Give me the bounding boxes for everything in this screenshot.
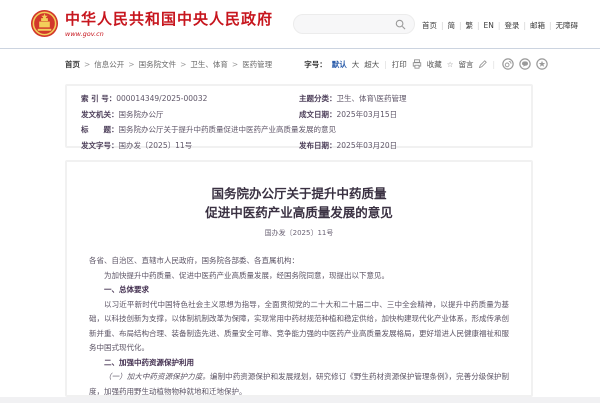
meta-title: 标 题：国务院办公厅关于提升中药质量促进中医药产业高质量发展的意见 bbox=[81, 124, 517, 135]
section1-heading: 一、总体要求 bbox=[89, 283, 509, 298]
print-button[interactable]: 打印 bbox=[392, 59, 407, 70]
nav-english[interactable]: EN bbox=[484, 21, 494, 30]
breadcrumb-toolbar-row: 首页 > 信息公开 > 国务院文件 > 卫生、体育 > 医药管理 字号： 默认 … bbox=[65, 58, 548, 70]
nav-separator: | bbox=[523, 21, 526, 30]
logo-text: 中华人民共和国中央人民政府 www.gov.cn bbox=[65, 8, 273, 38]
document-content-card: 国务院办公厅关于提升中药质量 促进中医药产业高质量发展的意见 国办发〔2025〕… bbox=[65, 160, 533, 397]
nav-separator: | bbox=[459, 21, 462, 30]
breadcrumb-pharma-admin[interactable]: 医药管理 bbox=[242, 59, 272, 70]
meta-title-value: 国务院办公厅关于提升中药质量促进中医药产业高质量发展的意见 bbox=[119, 125, 337, 134]
meta-topic: 主题分类：卫生、体育\医药管理 bbox=[299, 93, 517, 104]
meta-doc-no-label: 发文字号： bbox=[81, 141, 119, 150]
nav-home[interactable]: 首页 bbox=[422, 20, 437, 31]
site-header: 中华人民共和国中央人民政府 www.gov.cn 首页 | 简 | 繁 | EN… bbox=[0, 0, 600, 48]
meta-issuer: 发文机关：国务院办公厅 bbox=[81, 109, 299, 120]
star-icon[interactable]: ☆ bbox=[447, 60, 454, 69]
nav-mail[interactable]: 邮箱 bbox=[530, 20, 545, 31]
breadcrumb-separator: > bbox=[84, 60, 90, 69]
meta-written-date: 成文日期：2025年03月15日 bbox=[299, 109, 517, 120]
search-icon bbox=[395, 19, 406, 30]
toolbar-separator: | bbox=[492, 60, 495, 69]
nav-separator: | bbox=[441, 21, 444, 30]
header-divider bbox=[0, 48, 600, 49]
meta-issuer-label: 发文机关： bbox=[81, 110, 119, 119]
breadcrumb-separator: > bbox=[128, 60, 134, 69]
meta-index-value: 000014349/2025-00032 bbox=[116, 94, 207, 103]
document-meta-card: 索 引 号：000014349/2025-00032 主题分类：卫生、体育\医药… bbox=[65, 84, 533, 148]
font-size-default-button[interactable]: 默认 bbox=[332, 59, 347, 70]
nav-simplified[interactable]: 简 bbox=[447, 20, 455, 31]
document-number: 国办发〔2025〕11号 bbox=[67, 228, 531, 238]
breadcrumb: 首页 > 信息公开 > 国务院文件 > 卫生、体育 > 医药管理 bbox=[65, 59, 272, 70]
meta-doc-no-value: 国办发〔2025〕11号 bbox=[119, 141, 193, 150]
meta-publish-date: 发布日期：2025年03月20日 bbox=[299, 140, 517, 151]
section2-heading: 二、加强中药资源保护利用 bbox=[89, 356, 509, 371]
item-paragraph: （一）加大中药资源保护力度。编制中药资源保护和发展规划，研究修订《野生药材资源保… bbox=[89, 370, 509, 397]
font-size-large-button[interactable]: 大 bbox=[352, 59, 360, 70]
meta-written-date-label: 成文日期： bbox=[299, 110, 337, 119]
comment-button[interactable]: 留言 bbox=[458, 59, 473, 70]
breadcrumb-info-disclosure[interactable]: 信息公开 bbox=[94, 59, 124, 70]
meta-topic-label: 主题分类： bbox=[299, 94, 337, 103]
share-icons bbox=[502, 58, 548, 70]
qzone-share-icon[interactable] bbox=[536, 58, 548, 70]
meta-written-date-value: 2025年03月15日 bbox=[337, 110, 398, 119]
meta-publish-date-value: 2025年03月20日 bbox=[337, 141, 398, 150]
document-body: 各省、自治区、直辖市人民政府，国务院各部委、各直属机构： 为加快提升中药质量、促… bbox=[89, 254, 509, 397]
document-title: 国务院办公厅关于提升中药质量 促进中医药产业高质量发展的意见 bbox=[67, 184, 531, 222]
search-input[interactable] bbox=[293, 14, 415, 34]
site-logo[interactable]: 中华人民共和国中央人民政府 www.gov.cn bbox=[30, 8, 273, 38]
toolbar-separator: | bbox=[384, 60, 387, 69]
national-emblem-icon bbox=[30, 9, 59, 38]
breadcrumb-separator: > bbox=[180, 60, 186, 69]
page-toolbar: 字号： 默认 大 超大 | 打印 收藏 ☆ 留言 | bbox=[304, 58, 548, 70]
nav-traditional[interactable]: 繁 bbox=[466, 20, 474, 31]
meta-issuer-value: 国务院办公厅 bbox=[119, 110, 164, 119]
breadcrumb-separator: > bbox=[232, 60, 238, 69]
nav-separator: | bbox=[549, 21, 552, 30]
site-name: 中华人民共和国中央人民政府 bbox=[65, 8, 273, 29]
nav-login[interactable]: 登录 bbox=[504, 20, 519, 31]
nav-separator: | bbox=[498, 21, 501, 30]
document-title-line2: 促进中医药产业高质量发展的意见 bbox=[67, 203, 531, 222]
meta-publish-date-label: 发布日期： bbox=[299, 141, 337, 150]
printer-icon[interactable] bbox=[412, 59, 422, 69]
nav-accessibility[interactable]: 无障碍 bbox=[556, 20, 579, 31]
viewport-bottom-strip bbox=[0, 397, 600, 403]
font-size-label: 字号： bbox=[304, 59, 327, 70]
intro-paragraph: 为加快提升中药质量、促进中医药产业高质量发展，经国务院同意，现提出以下意见。 bbox=[89, 269, 509, 284]
document-title-line1: 国务院办公厅关于提升中药质量 bbox=[67, 184, 531, 203]
favorite-button[interactable]: 收藏 bbox=[427, 59, 442, 70]
meta-title-label: 标 题： bbox=[81, 125, 119, 134]
weibo-share-icon[interactable] bbox=[502, 58, 514, 70]
meta-topic-value: 卫生、体育\医药管理 bbox=[337, 94, 407, 103]
section1-body: 以习近平新时代中国特色社会主义思想为指导，全面贯彻党的二十大和二十届二中、三中全… bbox=[89, 298, 509, 356]
top-nav: 首页 | 简 | 繁 | EN | 登录 | 邮箱 | 无障碍 bbox=[422, 20, 578, 31]
meta-index-label: 索 引 号： bbox=[81, 94, 116, 103]
wechat-share-icon[interactable] bbox=[519, 58, 531, 70]
meta-index: 索 引 号：000014349/2025-00032 bbox=[81, 93, 299, 104]
font-size-xlarge-button[interactable]: 超大 bbox=[364, 59, 379, 70]
salutation: 各省、自治区、直辖市人民政府，国务院各部委、各直属机构： bbox=[89, 254, 509, 269]
gov-cn-page: 中华人民共和国中央人民政府 www.gov.cn 首页 | 简 | 繁 | EN… bbox=[0, 0, 600, 403]
site-url: www.gov.cn bbox=[65, 30, 273, 38]
item1-lead: （一）加大中药资源保护力度。 bbox=[104, 372, 210, 381]
breadcrumb-health-sports[interactable]: 卫生、体育 bbox=[190, 59, 228, 70]
meta-doc-no: 发文字号：国办发〔2025〕11号 bbox=[81, 140, 299, 151]
breadcrumb-state-council-docs[interactable]: 国务院文件 bbox=[139, 59, 177, 70]
nav-separator: | bbox=[477, 21, 480, 30]
pencil-icon[interactable] bbox=[478, 60, 487, 69]
breadcrumb-home[interactable]: 首页 bbox=[65, 59, 80, 70]
